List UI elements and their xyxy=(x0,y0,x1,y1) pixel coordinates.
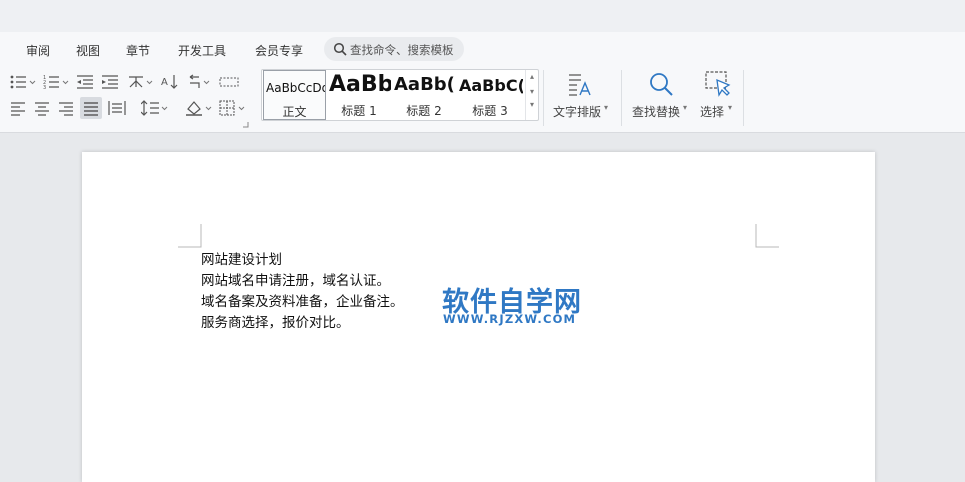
search-box[interactable]: 查找命令、搜索模板 xyxy=(324,37,464,61)
select-cursor-icon xyxy=(705,71,731,97)
title-bar xyxy=(0,0,965,33)
borders-icon[interactable] xyxy=(219,100,247,116)
ribbon-separator xyxy=(543,70,544,126)
document-line[interactable]: 域名备案及资料准备，企业备注。 xyxy=(201,290,404,310)
sort-icon[interactable]: A xyxy=(160,74,178,90)
style-gallery: AaBbCcDd 正文 AaBb 标题 1 AaBb( 标题 2 AaBbC( … xyxy=(261,69,539,121)
select-label: 选择 xyxy=(700,105,725,119)
text-layout-label: 文字排版 xyxy=(553,105,602,119)
expand-gallery-icon[interactable]: ▾ xyxy=(526,100,538,109)
style-normal[interactable]: AaBbCcDd 正文 xyxy=(263,70,326,120)
document-line[interactable]: 服务商选择，报价对比。 xyxy=(201,311,350,331)
find-replace-label: 查找替换 xyxy=(632,105,681,119)
svg-text:A: A xyxy=(161,77,168,88)
document-line[interactable]: 网站域名申请注册，域名认证。 xyxy=(201,269,390,289)
bullet-list-icon[interactable] xyxy=(10,74,36,90)
text-layout-icon xyxy=(569,74,591,96)
ribbon-separator xyxy=(743,70,744,126)
tab-developer-tools[interactable]: 开发工具 xyxy=(178,42,226,59)
style-gallery-scroll[interactable]: ▴ ▾ ▾ xyxy=(525,70,538,120)
style-heading-2-label: 标题 2 xyxy=(406,104,442,118)
tab-chapter[interactable]: 章节 xyxy=(126,42,150,59)
style-normal-preview: AaBbCcDd xyxy=(266,81,326,95)
align-left-icon[interactable] xyxy=(10,100,26,116)
decrease-indent-icon[interactable] xyxy=(76,74,94,90)
chinese-layout-icon[interactable] xyxy=(127,74,153,90)
margin-corner-top-left xyxy=(178,224,202,248)
tab-member[interactable]: 会员专享 xyxy=(255,42,303,59)
scroll-down-icon[interactable]: ▾ xyxy=(526,87,538,96)
select-button[interactable]: 选择 ▾ xyxy=(697,70,741,122)
line-spacing-icon[interactable] xyxy=(141,100,169,116)
table-tools-icon[interactable] xyxy=(219,76,239,88)
ribbon-tabs: 审阅 视图 章节 开发工具 会员专享 查找命令、搜索模板 xyxy=(0,32,965,66)
style-heading-1-preview: AaBb xyxy=(329,72,391,97)
select-dropdown-icon: ▾ xyxy=(728,103,733,112)
ribbon-separator xyxy=(621,70,622,126)
text-layout-dropdown-icon: ▾ xyxy=(604,103,609,112)
ribbon: 审阅 视图 章节 开发工具 会员专享 查找命令、搜索模板 123 A AaBbC… xyxy=(0,32,965,133)
style-heading-1[interactable]: AaBb 标题 1 xyxy=(327,70,391,120)
increase-indent-icon[interactable] xyxy=(101,74,119,90)
tab-review[interactable]: 审阅 xyxy=(26,42,50,59)
search-icon xyxy=(333,42,347,56)
margin-corner-top-right xyxy=(755,224,779,248)
justify-icon[interactable] xyxy=(83,100,99,116)
show-hide-marks-icon[interactable] xyxy=(186,74,212,90)
style-heading-2-preview: AaBb( xyxy=(394,74,455,95)
style-heading-3[interactable]: AaBbC( 标题 3 xyxy=(457,70,523,120)
distributed-align-icon[interactable] xyxy=(108,100,126,116)
find-icon xyxy=(650,73,673,96)
svg-text:3: 3 xyxy=(43,85,46,90)
text-layout-button[interactable]: 文字排版 ▾ xyxy=(548,70,612,122)
style-heading-3-preview: AaBbC( xyxy=(459,76,523,95)
paragraph-settings-icon[interactable] xyxy=(243,122,249,128)
style-normal-label: 正文 xyxy=(282,105,307,119)
align-center-icon[interactable] xyxy=(34,100,50,116)
watermark-logo-url: WWW.RJZXW.COM xyxy=(443,312,577,326)
find-replace-dropdown-icon: ▾ xyxy=(683,103,688,112)
style-heading-2[interactable]: AaBb( 标题 2 xyxy=(392,70,456,120)
tab-view[interactable]: 视图 xyxy=(76,42,100,59)
search-placeholder: 查找命令、搜索模板 xyxy=(350,43,454,57)
scroll-up-icon[interactable]: ▴ xyxy=(526,72,538,81)
find-replace-button[interactable]: 查找替换 ▾ xyxy=(628,70,692,122)
shading-icon[interactable] xyxy=(185,100,213,116)
document-page[interactable]: 网站建设计划 网站域名申请注册，域名认证。 域名备案及资料准备，企业备注。 服务… xyxy=(82,152,875,482)
align-right-icon[interactable] xyxy=(58,100,74,116)
style-heading-1-label: 标题 1 xyxy=(341,104,377,118)
numbered-list-icon[interactable]: 123 xyxy=(43,74,69,90)
document-line[interactable]: 网站建设计划 xyxy=(201,248,282,268)
style-heading-3-label: 标题 3 xyxy=(472,104,508,118)
